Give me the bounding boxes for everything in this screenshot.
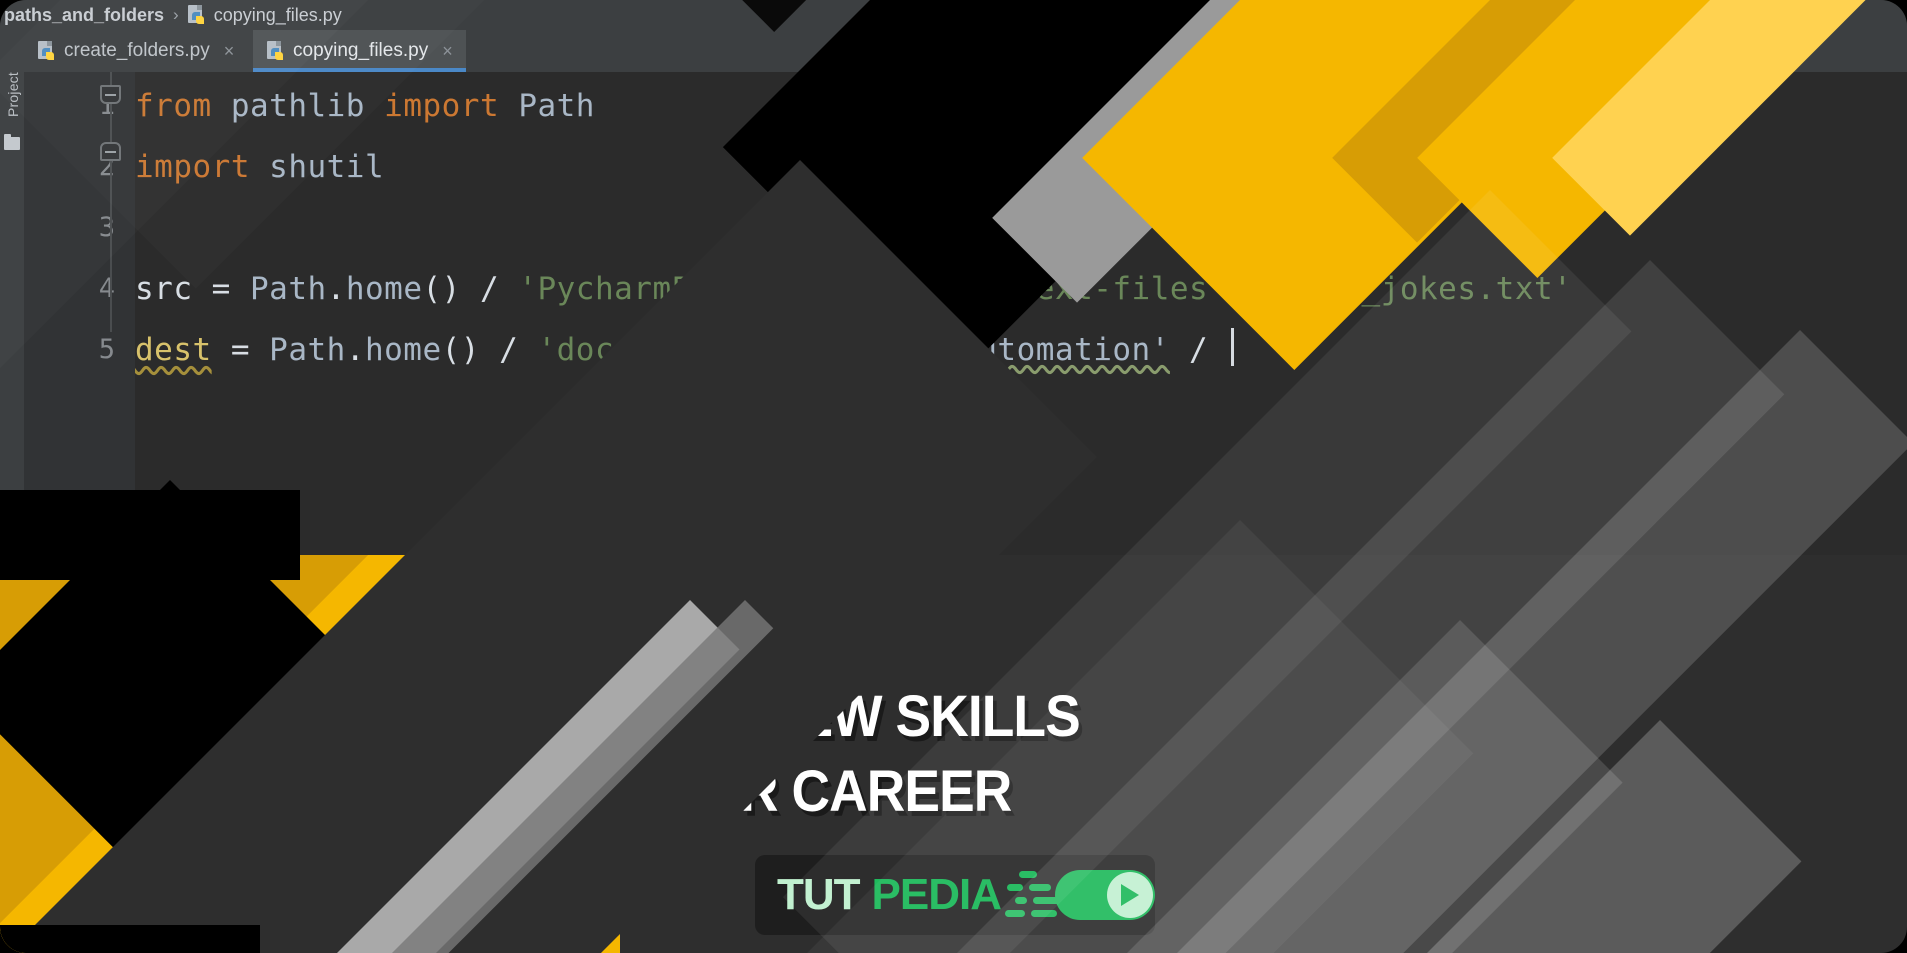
code-token: Path [250,271,327,307]
code-token: shutil [269,149,385,185]
code-token: / [460,271,519,307]
text-caret [1231,328,1234,366]
code-token: Path [269,332,346,368]
fold-collapse-icon[interactable] [100,85,121,104]
speed-lines-play-icon [1005,864,1155,926]
code-token: import [384,88,500,124]
line-number: 4 [98,273,115,304]
code-token: / [1169,332,1228,368]
line-number: 5 [98,334,115,365]
line-number: 3 [98,212,115,243]
text-ibeam-cursor [546,447,564,493]
tool-window-strip: Project [0,30,24,560]
code-line-5: dest = Path.home() / 'documents' / 'pyth… [135,332,1227,368]
code-token: / [1227,271,1285,307]
tutpedia-logo[interactable]: TUT PEDIA [755,855,1155,935]
logo-word-pedia: PEDIA [871,870,1002,919]
breadcrumb-project[interactable]: paths_and_folders [4,5,164,26]
python-file-icon [267,40,286,62]
code-token: Path [518,88,595,124]
code-token: src [135,271,193,307]
code-token: home [364,332,442,368]
folder-icon[interactable] [4,134,20,150]
editor-tab-bar: create_folders.py × copying_files.py × [0,30,1907,72]
code-token: 'PycharmProjects' [518,271,845,307]
code-token: . [326,271,346,307]
breadcrumb-file[interactable]: copying_files.py [214,5,342,26]
tab-label: copying_files.py [293,40,429,61]
code-token: / [748,332,806,368]
code-token: = [192,271,250,307]
code-line-4: src = Path.home() / 'PycharmProjects' / … [135,271,1572,307]
code-token: = [211,332,270,368]
python-file-icon [38,40,57,62]
code-token: import [135,149,250,185]
code-fold-guide [110,72,112,332]
code-token: from [135,88,212,124]
tab-create-folders[interactable]: create_folders.py × [24,30,247,72]
sidebar-item-project[interactable]: Project [5,47,21,117]
headline-accent-bar [192,668,205,816]
code-line-2: import shutil [135,149,384,185]
code-token: dest [135,332,212,368]
logo-word-tut: TUT [777,870,861,919]
code-editor-area[interactable]: from pathlib import Path import shutil s… [135,72,1907,560]
close-icon[interactable]: × [224,42,235,60]
code-line-1: from pathlib import Path [135,88,595,124]
close-icon[interactable]: × [442,42,453,60]
code-token: 'python_automation' [805,332,1170,368]
tab-copying-files[interactable]: copying_files.py × [253,30,466,72]
headline-line-1: LEARN INCREDIBLE NEW SKILLS [236,684,1081,749]
code-token: pathlib [230,88,365,124]
code-token: () [441,332,480,368]
code-token: 'plaintext-files' [901,271,1228,307]
pycharm-editor-window: paths_and_folders › copying_files.py cre… [0,0,1907,560]
tab-label: create_folders.py [64,40,210,61]
code-token: . [345,332,365,368]
breadcrumb: paths_and_folders › copying_files.py [0,0,1907,30]
code-token: home [345,271,423,307]
screenshot-root: paths_and_folders › copying_files.py cre… [0,0,1907,953]
breadcrumb-separator-icon: › [173,5,179,24]
code-token: 'dad_jokes.txt' [1284,271,1573,307]
code-token: / [844,271,902,307]
headline-line-2: AND ADVANCE YOUR CAREER [236,759,1012,824]
python-file-icon [187,4,207,26]
code-token: 'documents' [537,332,749,368]
code-token: () [422,271,461,307]
fold-collapse-icon[interactable] [100,142,121,161]
code-token: / [479,332,538,368]
